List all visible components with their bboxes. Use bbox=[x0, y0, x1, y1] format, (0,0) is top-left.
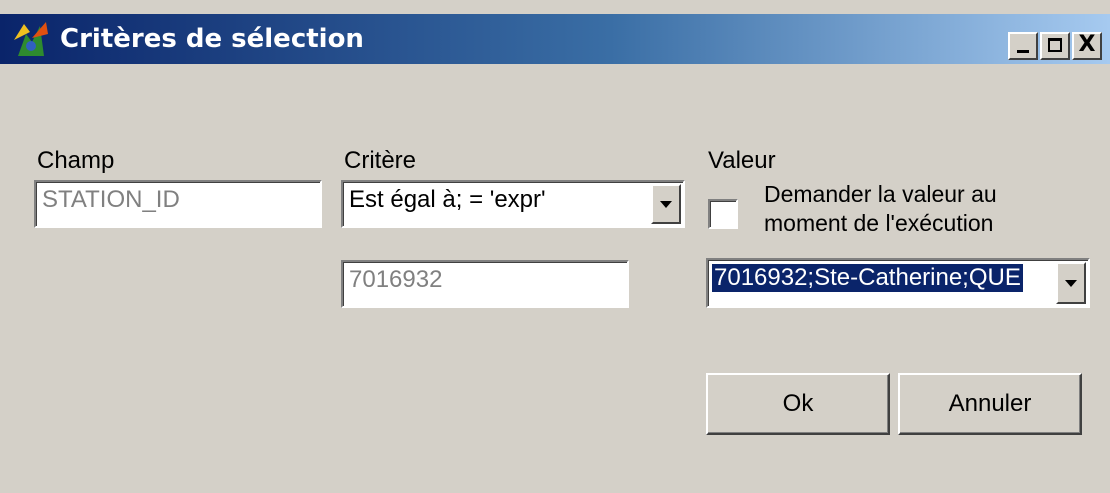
maximize-icon bbox=[1048, 38, 1062, 52]
chevron-down-icon bbox=[1065, 280, 1077, 287]
ok-button[interactable]: Ok bbox=[706, 373, 890, 435]
valeur-dropdown-button[interactable] bbox=[1056, 262, 1086, 304]
chevron-down-icon bbox=[660, 201, 672, 208]
valeur-dropdown[interactable]: 7016932;Ste-Catherine;QUE bbox=[706, 258, 1090, 308]
critere-dropdown-button[interactable] bbox=[651, 184, 681, 224]
cancel-button[interactable]: Annuler bbox=[898, 373, 1082, 435]
minimize-icon bbox=[1017, 50, 1029, 53]
close-icon: X bbox=[1078, 32, 1096, 57]
critere-dropdown[interactable]: Est égal à; = 'expr' bbox=[341, 180, 685, 228]
critere-selected-value: Est égal à; = 'expr' bbox=[349, 186, 546, 213]
ask-value-checkbox[interactable] bbox=[708, 199, 738, 229]
close-button[interactable]: X bbox=[1072, 32, 1102, 60]
valeur-selected-value: 7016932;Ste-Catherine;QUE bbox=[711, 263, 1024, 293]
app-icon bbox=[14, 22, 48, 56]
dialog-window: Critères de sélection X Champ Critère Va… bbox=[0, 0, 1110, 493]
maximize-button[interactable] bbox=[1040, 32, 1070, 60]
expression-field[interactable]: 7016932 bbox=[341, 260, 629, 308]
window-title: Critères de sélection bbox=[60, 24, 364, 54]
critere-label: Critère bbox=[344, 147, 417, 174]
minimize-button[interactable] bbox=[1008, 32, 1038, 60]
champ-field[interactable]: STATION_ID bbox=[34, 180, 322, 228]
ask-value-label: Demander la valeur au moment de l'exécut… bbox=[764, 181, 997, 236]
valeur-label: Valeur bbox=[708, 147, 776, 174]
title-bar[interactable]: Critères de sélection X bbox=[0, 14, 1110, 64]
champ-label: Champ bbox=[37, 147, 115, 174]
